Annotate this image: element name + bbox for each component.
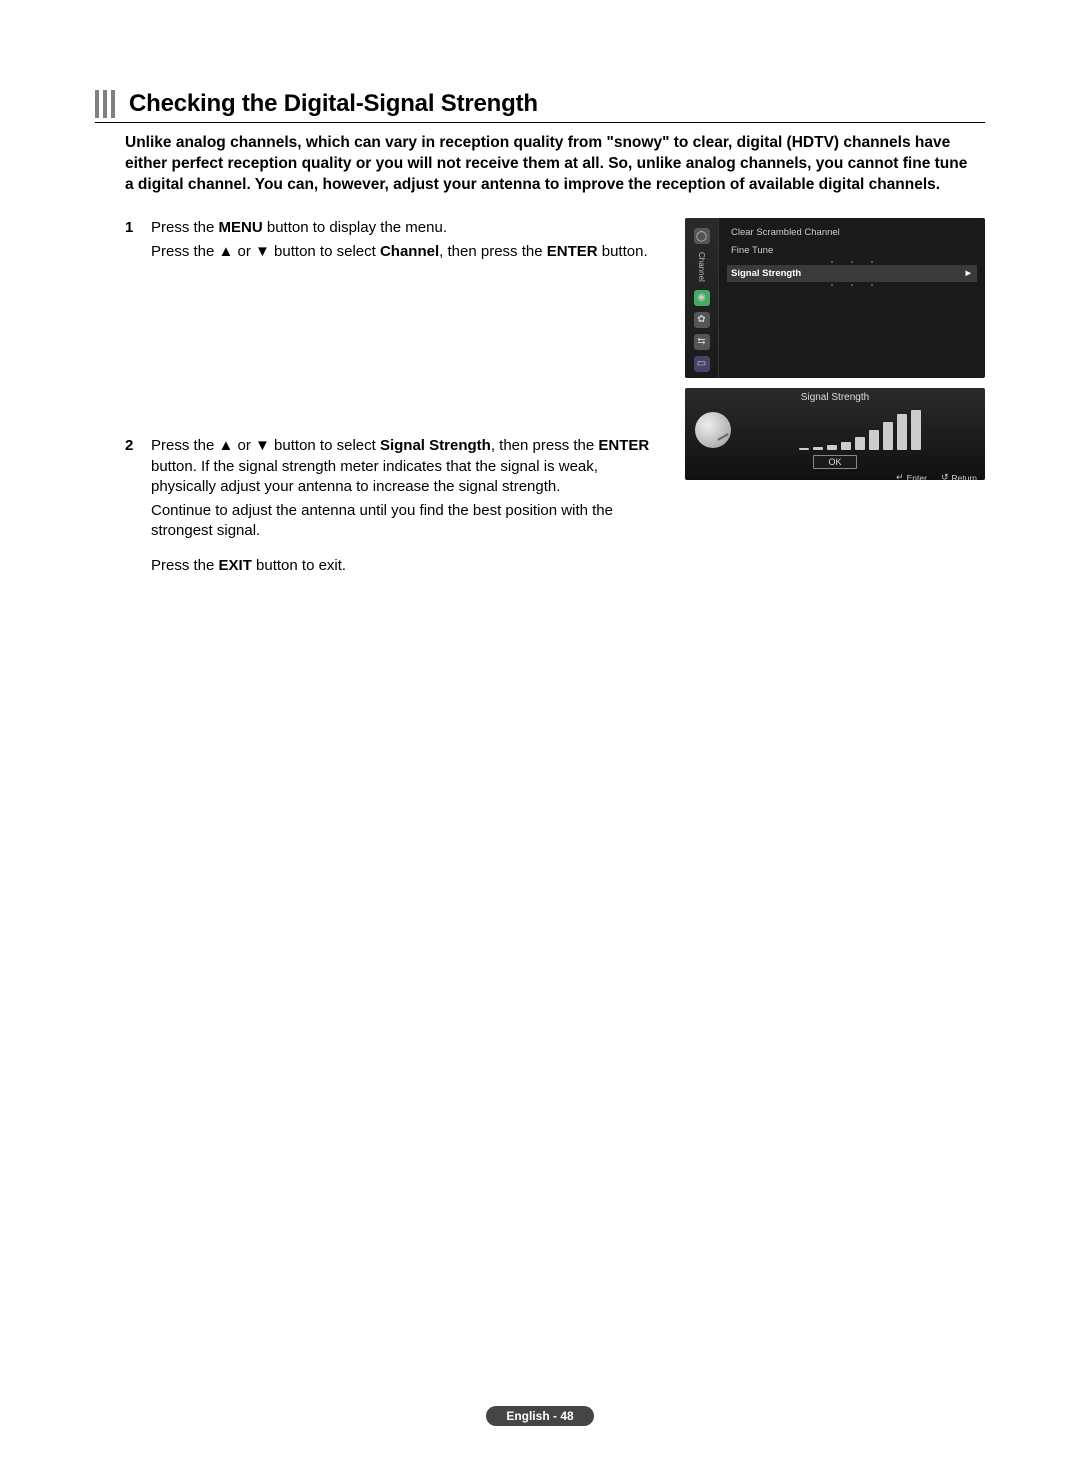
channel-icon: ◉ [694, 290, 710, 306]
osd-item-signal-strength[interactable]: Signal Strength ► [727, 265, 977, 282]
step-1-line-2: Press the ▲ or ▼ button to select Channe… [151, 242, 661, 262]
mode-icon: ◯ [694, 228, 710, 244]
section-heading-wrap: Checking the Digital-Signal Strength [95, 90, 985, 123]
osd-channel-menu: ◯ Channel ◉ ✿ ⇆ ▭ Clear Scrambled Channe… [685, 218, 985, 378]
enter-hint: ↵ Enter [896, 472, 927, 480]
page-footer: English - 48 [0, 1406, 1080, 1426]
settings-icon: ✿ [694, 312, 710, 328]
osd-divider-dots [727, 261, 977, 263]
chevron-right-icon: ► [964, 268, 973, 279]
osd-signal-strength-dialog: Signal Strength OK ↵ Enter ↺ [685, 388, 985, 480]
ok-button[interactable]: OK [813, 455, 856, 469]
heading-accent-bars [95, 90, 115, 118]
step-2-line-2: Continue to adjust the antenna until you… [151, 501, 661, 542]
return-icon: ↺ [941, 472, 949, 480]
enter-icon: ↵ [896, 472, 904, 480]
osd-footer-hints: ↵ Enter ↺ Return [685, 469, 985, 480]
osd-dialog-title: Signal Strength [685, 388, 985, 405]
satellite-dish-icon [695, 412, 731, 448]
osd-main-panel: Clear Scrambled Channel Fine Tune Signal… [719, 218, 985, 378]
step-1-line-1: Press the MENU button to display the men… [151, 218, 661, 238]
step-2-line-1: Press the ▲ or ▼ button to select Signal… [151, 436, 661, 497]
section-heading: Checking the Digital-Signal Strength [129, 90, 538, 118]
intro-paragraph: Unlike analog channels, which can vary i… [125, 133, 985, 196]
pip-icon: ▭ [694, 356, 710, 372]
step-number: 1 [125, 218, 137, 267]
osd-divider-dots [727, 284, 977, 286]
osd-item-fine-tune[interactable]: Fine Tune [727, 242, 977, 259]
osd-sidebar-label: Channel [697, 252, 706, 282]
step-2-line-3: Press the EXIT button to exit. [151, 556, 661, 576]
osd-item-clear-scrambled[interactable]: Clear Scrambled Channel [727, 224, 977, 241]
osd-sidebar: ◯ Channel ◉ ✿ ⇆ ▭ [685, 218, 719, 378]
return-hint: ↺ Return [941, 472, 977, 480]
page-number-badge: English - 48 [486, 1406, 593, 1426]
input-icon: ⇆ [694, 334, 710, 350]
step-number: 2 [125, 436, 137, 580]
signal-bars-chart [745, 410, 975, 450]
